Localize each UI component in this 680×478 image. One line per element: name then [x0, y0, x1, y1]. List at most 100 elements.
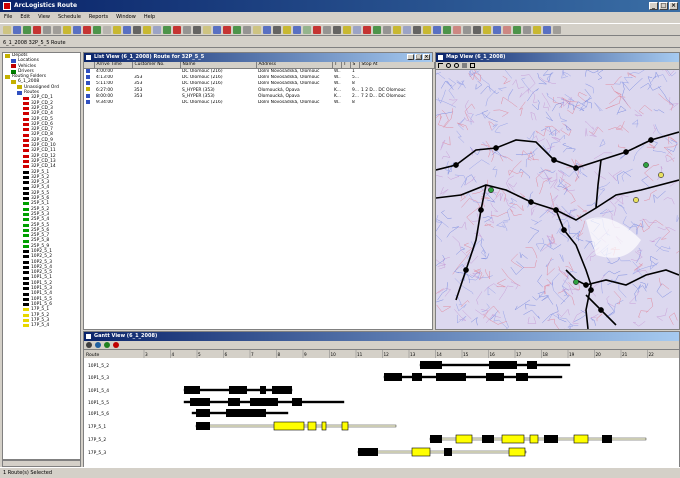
toolbar-button-icon[interactable] [53, 26, 61, 34]
toolbar-button-icon[interactable] [143, 26, 151, 34]
toolbar-button-icon[interactable] [283, 26, 291, 34]
toolbar-button-icon[interactable] [83, 26, 91, 34]
stop-block[interactable] [502, 435, 524, 443]
toolbar-button-icon[interactable] [33, 26, 41, 34]
menu-help[interactable]: Help [144, 14, 155, 20]
stop-block[interactable] [527, 361, 537, 369]
toolbar-button-icon[interactable] [253, 26, 261, 34]
toolbar-button-icon[interactable] [393, 26, 401, 34]
stop-block[interactable] [358, 448, 378, 456]
toolbar-button-icon[interactable] [553, 26, 561, 34]
table-row[interactable]: 9:34:00DC Olomouc (216)Dolní Novosadská,… [84, 100, 434, 106]
stop-block[interactable] [229, 386, 247, 394]
explorer-tree[interactable]: DepotsLocationsVehiclesDriversRouting Fo… [2, 52, 81, 460]
toolbar-button-icon[interactable] [103, 26, 111, 34]
toolbar-button-icon[interactable] [193, 26, 201, 34]
pan-icon[interactable] [462, 63, 467, 68]
stop-block[interactable] [482, 435, 494, 443]
stop-block[interactable] [436, 373, 466, 381]
route-line[interactable] [556, 210, 591, 329]
minimize-button[interactable]: _ [649, 2, 658, 10]
stop-marker[interactable] [643, 162, 648, 167]
close-button[interactable]: × [669, 2, 678, 10]
menu-edit[interactable]: Edit [20, 14, 30, 20]
stop-block[interactable] [412, 373, 422, 381]
stop-marker[interactable] [623, 149, 628, 154]
panel-close-button[interactable]: × [423, 54, 430, 60]
route-span-bar[interactable] [358, 451, 526, 453]
stop-marker[interactable] [573, 165, 578, 170]
stop-marker[interactable] [633, 197, 638, 202]
stop-marker[interactable] [598, 307, 603, 312]
stop-block[interactable] [544, 435, 558, 443]
table-row[interactable]: 6:27:00353S_HYPER (353)Olomoucká, OpavaK… [84, 87, 434, 93]
full-extent-icon[interactable] [470, 63, 475, 68]
toolbar-button-icon[interactable] [513, 26, 521, 34]
toolbar-button-icon[interactable] [483, 26, 491, 34]
toolbar-button-icon[interactable] [173, 26, 181, 34]
toolbar-button-icon[interactable] [353, 26, 361, 34]
stop-block[interactable] [196, 409, 210, 417]
maximize-button[interactable]: □ [659, 2, 668, 10]
toolbar-button-icon[interactable] [463, 26, 471, 34]
menu-reports[interactable]: Reports [89, 14, 108, 20]
stop-block[interactable] [260, 386, 266, 394]
gantt-zoom-icon[interactable] [86, 342, 92, 348]
toolbar-button-icon[interactable] [543, 26, 551, 34]
toolbar-button-icon[interactable] [43, 26, 51, 34]
stop-marker[interactable] [648, 137, 653, 142]
stop-block[interactable] [412, 448, 430, 456]
stop-block[interactable] [184, 386, 200, 394]
stop-marker[interactable] [561, 227, 566, 232]
toolbar-button-icon[interactable] [213, 26, 221, 34]
stop-marker[interactable] [553, 207, 558, 212]
stop-marker[interactable] [478, 207, 483, 212]
toolbar-button-icon[interactable] [163, 26, 171, 34]
toolbar-button-icon[interactable] [223, 26, 231, 34]
toolbar-button-icon[interactable] [493, 26, 501, 34]
menu-window[interactable]: Window [116, 14, 136, 20]
stop-block[interactable] [384, 373, 402, 381]
stop-block[interactable] [516, 373, 528, 381]
toolbar-button-icon[interactable] [3, 26, 11, 34]
gantt-canvas[interactable]: Route34567891011121314151617181920212210… [84, 350, 679, 467]
toolbar-button-icon[interactable] [113, 26, 121, 34]
table-row[interactable]: 8:00:00353S_HYPER (353)Olomoucká, OpavaK… [84, 93, 434, 99]
stop-block[interactable] [250, 398, 278, 406]
stop-marker[interactable] [588, 287, 593, 292]
toolbar-button-icon[interactable] [413, 26, 421, 34]
toolbar-button-icon[interactable] [533, 26, 541, 34]
toolbar-button-icon[interactable] [263, 26, 271, 34]
stop-block[interactable] [292, 398, 302, 406]
route-line[interactable] [586, 270, 679, 285]
toolbar-button-icon[interactable] [13, 26, 21, 34]
toolbar-button-icon[interactable] [343, 26, 351, 34]
route-line[interactable] [436, 132, 679, 170]
toolbar-button-icon[interactable] [243, 26, 251, 34]
toolbar-button-icon[interactable] [73, 26, 81, 34]
toolbar-button-icon[interactable] [133, 26, 141, 34]
stop-block[interactable] [342, 422, 348, 430]
stop-marker[interactable] [573, 279, 578, 284]
zoom-out-icon[interactable] [454, 63, 459, 68]
stop-block[interactable] [308, 422, 316, 430]
route-line[interactable] [596, 160, 601, 208]
stop-block[interactable] [509, 448, 525, 456]
toolbar-button-icon[interactable] [423, 26, 431, 34]
menu-file[interactable]: File [4, 14, 12, 20]
select-tool-icon[interactable] [438, 63, 443, 68]
toolbar-button-icon[interactable] [523, 26, 531, 34]
toolbar-button-icon[interactable] [303, 26, 311, 34]
toolbar-button-icon[interactable] [123, 26, 131, 34]
stop-block[interactable] [190, 398, 210, 406]
toolbar-button-icon[interactable] [293, 26, 301, 34]
toolbar-button-icon[interactable] [443, 26, 451, 34]
toolbar-button-icon[interactable] [373, 26, 381, 34]
tree-scrollbar[interactable] [2, 460, 81, 467]
stop-marker[interactable] [658, 172, 663, 177]
stop-marker[interactable] [488, 187, 493, 192]
stop-block[interactable] [420, 361, 442, 369]
route-tree-item[interactable]: 17P_5_4 [3, 323, 80, 328]
toolbar-button-icon[interactable] [403, 26, 411, 34]
stop-block[interactable] [486, 373, 504, 381]
